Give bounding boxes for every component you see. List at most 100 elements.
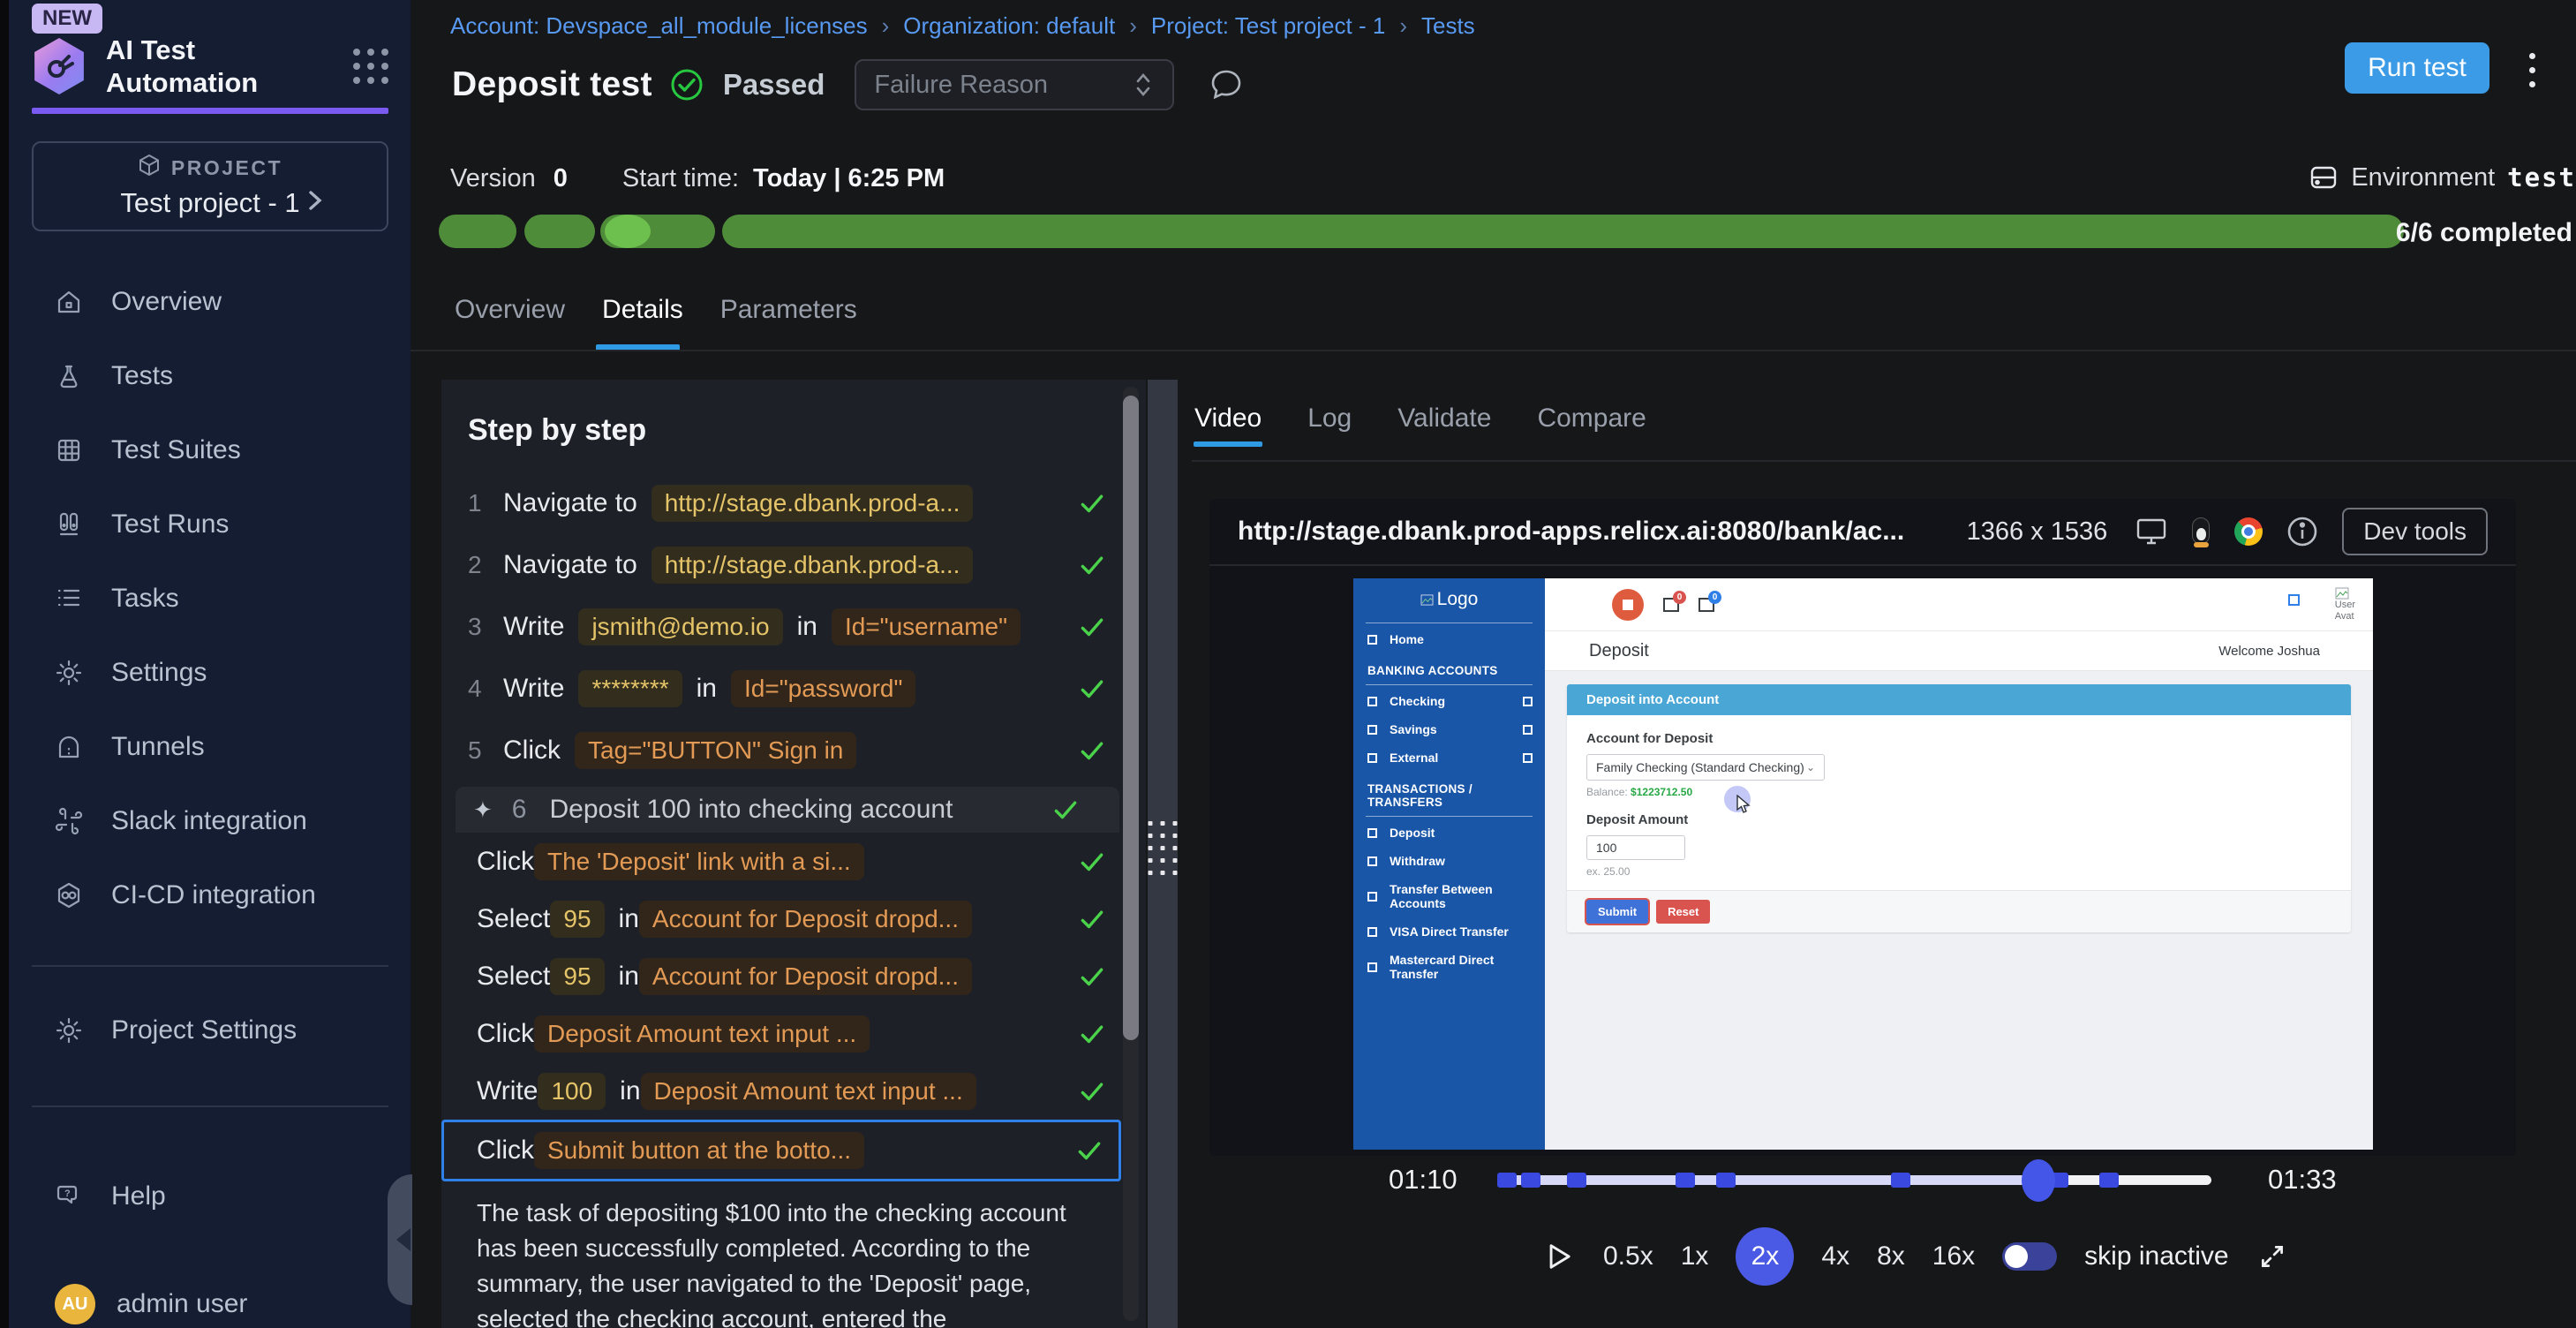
broken-image-icon	[1420, 594, 1434, 606]
step-row[interactable]: Select95inAccount for Deposit dropd...	[441, 890, 1146, 947]
sidebar-item-test-suites[interactable]: Test Suites	[9, 413, 411, 487]
sidebar-item-project-settings[interactable]: Project Settings	[9, 993, 411, 1068]
comment-icon[interactable]	[1206, 64, 1247, 105]
sidebar-item-test-runs[interactable]: Test Runs	[9, 487, 411, 562]
video-tab-compare[interactable]: Compare	[1537, 404, 1646, 434]
page-title: Deposit test	[452, 65, 652, 104]
cube-icon	[138, 154, 161, 182]
user-menu[interactable]: AU admin user	[9, 1267, 411, 1328]
run-test-button[interactable]: Run test	[2345, 42, 2489, 94]
deposit-card-footer: Submit Reset	[1567, 890, 2351, 932]
step-row[interactable]: Write100inDeposit Amount text input ...	[441, 1062, 1146, 1120]
deposit-amount-label: Deposit Amount	[1586, 812, 2331, 827]
breadcrumb-link[interactable]: Account: Devspace_all_module_licenses	[450, 12, 868, 40]
sidebar-item-label: CI-CD integration	[111, 880, 316, 910]
bank-square-icon	[2288, 594, 2300, 606]
square-icon	[1523, 753, 1533, 763]
gear-icon	[55, 659, 83, 687]
step-action-text: Navigate to	[503, 488, 637, 518]
panel-splitter[interactable]	[1148, 380, 1178, 1328]
step-action-text: Select	[477, 962, 550, 992]
step-action-text: Click	[477, 1136, 534, 1166]
speed-button-4x[interactable]: 4x	[1821, 1241, 1849, 1271]
kebab-menu-icon[interactable]	[2529, 53, 2535, 87]
speed-button-8x[interactable]: 8x	[1877, 1241, 1905, 1271]
step-number: 2	[468, 551, 503, 579]
step-number: 3	[468, 613, 503, 641]
tab-parameters[interactable]: Parameters	[720, 295, 857, 325]
step-target-chip: Account for Deposit dropd...	[639, 901, 972, 938]
version-value: 0	[554, 164, 568, 193]
step-success-check-icon	[1077, 736, 1107, 766]
speed-button-0.5x[interactable]: 0.5x	[1603, 1241, 1653, 1271]
speed-button-2x[interactable]: 2x	[1736, 1227, 1794, 1286]
step-action-text: Select	[477, 904, 550, 934]
breadcrumb-link[interactable]: Organization: default	[903, 12, 1115, 40]
breadcrumb-link[interactable]: Tests	[1421, 12, 1475, 40]
step-row[interactable]: 2Navigate tohttp://stage.dbank.prod-a...	[441, 534, 1146, 596]
step-group-header[interactable]: ✦6Deposit 100 into checking account	[456, 787, 1119, 833]
bank-nav-withdraw: Withdraw	[1353, 847, 1545, 875]
sidebar-item-overview[interactable]: Overview	[9, 265, 411, 339]
square-icon	[1367, 856, 1377, 866]
step-target-chip: Id="username"	[832, 608, 1021, 645]
scrollbar-thumb[interactable]	[1123, 396, 1139, 1040]
gear-icon	[55, 1016, 83, 1045]
bank-nav-checking: Checking	[1353, 687, 1545, 715]
step-success-check-icon	[1077, 1076, 1107, 1106]
fullscreen-icon[interactable]	[2256, 1241, 2288, 1272]
apps-grid-icon[interactable]	[353, 49, 388, 84]
step-row[interactable]: 3Writejsmith@demo.ioinId="username"	[441, 596, 1146, 658]
sidebar-item-slack-integration[interactable]: Slack integration	[9, 784, 411, 858]
bank-submit-button: Submit	[1586, 900, 1648, 924]
play-icon[interactable]	[1542, 1240, 1576, 1273]
timeline-thumb[interactable]	[2022, 1159, 2055, 1202]
step-row[interactable]: ClickSubmit button at the botto...	[441, 1120, 1121, 1181]
step-target-chip: Submit button at the botto...	[534, 1132, 864, 1169]
step-success-check-icon	[1077, 962, 1107, 992]
bank-content: Deposit into Account Account for Deposit…	[1545, 671, 2373, 1150]
app-logo-icon	[32, 38, 87, 94]
user-avatar-broken-image: UserAvat	[2335, 587, 2355, 622]
video-tab-validate[interactable]: Validate	[1397, 404, 1491, 434]
step-number: 6	[512, 795, 527, 825]
breadcrumb-separator: ›	[882, 12, 890, 40]
info-icon[interactable]	[2286, 515, 2319, 548]
sidebar-item-tests[interactable]: Tests	[9, 339, 411, 413]
breadcrumb-link[interactable]: Project: Test project - 1	[1151, 12, 1385, 40]
chevron-left-icon	[396, 1228, 411, 1251]
video-tab-video[interactable]: Video	[1194, 404, 1262, 434]
sidebar-item-tasks[interactable]: Tasks	[9, 562, 411, 636]
project-selector[interactable]: PROJECT Test project - 1	[32, 141, 388, 231]
sidebar-item-tunnels[interactable]: Tunnels	[9, 710, 411, 784]
video-tab-log[interactable]: Log	[1307, 404, 1352, 434]
bank-page-title: Deposit	[1589, 641, 1649, 661]
step-row[interactable]: Select95inAccount for Deposit dropd...	[441, 947, 1146, 1005]
progress-segment	[439, 215, 516, 248]
sidebar-item-ci-cd-integration[interactable]: CI-CD integration	[9, 858, 411, 932]
step-row[interactable]: ClickDeposit Amount text input ...	[441, 1005, 1146, 1062]
video-viewer: http://stage.dbank.prod-apps.relicx.ai:8…	[1209, 499, 2516, 1156]
tab-overview[interactable]: Overview	[455, 295, 565, 325]
sidebar-item-settings[interactable]: Settings	[9, 636, 411, 710]
timeline-total-time: 01:33	[2268, 1164, 2337, 1196]
skip-inactive-toggle[interactable]	[2002, 1242, 2057, 1271]
linux-icon	[2190, 517, 2211, 546]
tab-details[interactable]: Details	[602, 295, 683, 325]
step-row[interactable]: 4Write********inId="password"	[441, 658, 1146, 720]
sidebar-item-help[interactable]: ?Help	[9, 1159, 411, 1234]
failure-reason-select[interactable]: Failure Reason	[855, 59, 1174, 110]
dev-tools-button[interactable]: Dev tools	[2342, 508, 2488, 555]
environment-icon	[2309, 162, 2339, 192]
step-row[interactable]: 1Navigate tohttp://stage.dbank.prod-a...	[441, 472, 1146, 534]
steps-panel: Step by step 1Navigate tohttp://stage.db…	[441, 380, 1146, 1328]
video-stage[interactable]: LogoHomeBANKING ACCOUNTSCheckingSavingsE…	[1209, 566, 2516, 1154]
sidebar-collapse-handle[interactable]	[388, 1174, 412, 1305]
step-row[interactable]: 5ClickTag="BUTTON" Sign in	[441, 720, 1146, 781]
step-number: 4	[468, 675, 503, 703]
timeline-track[interactable]	[1503, 1175, 2211, 1185]
speed-button-1x[interactable]: 1x	[1681, 1241, 1709, 1271]
square-icon	[1367, 697, 1377, 706]
step-row[interactable]: ClickThe 'Deposit' link with a si...	[441, 833, 1146, 890]
speed-button-16x[interactable]: 16x	[1932, 1241, 1975, 1271]
